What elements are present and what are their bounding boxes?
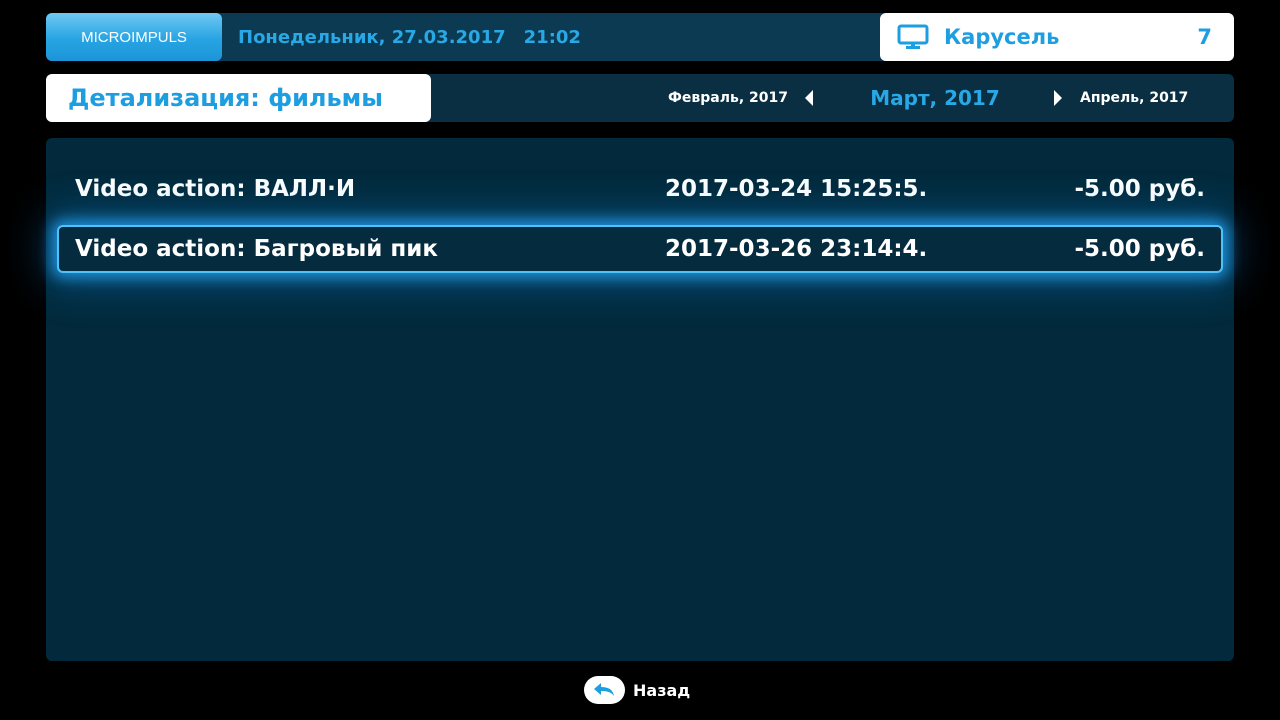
current-date: Понедельник, 27.03.2017 [238,26,506,48]
channel-number: 7 [1197,25,1212,49]
list-item[interactable]: Video action: ВАЛЛ·И 2017-03-24 15:25:5.… [57,165,1223,213]
previous-month-link[interactable]: Февраль, 2017 [640,74,788,122]
return-arrow-icon [593,683,614,696]
item-datetime: 2017-03-24 15:25:5. [665,176,928,202]
item-price: -5.00 руб. [1074,236,1205,262]
list-item-selected[interactable]: Video action: Багровый пик 2017-03-26 23… [57,225,1223,273]
item-datetime: 2017-03-26 23:14:4. [665,236,928,262]
item-price: -5.00 руб. [1074,176,1205,202]
transactions-panel [46,138,1234,661]
logo-text: MICROIMPULS [81,28,187,46]
next-month-link[interactable]: Апрель, 2017 [1080,74,1220,122]
back-pill[interactable] [584,676,625,704]
tv-icon [897,24,929,49]
arrow-left-icon[interactable] [803,89,815,107]
channel-name: Карусель [944,25,1060,49]
item-title: Video action: Багровый пик [75,236,438,262]
current-datetime: Понедельник, 27.03.2017 21:02 [238,13,581,61]
current-time: 21:02 [523,26,581,48]
page-title: Детализация: фильмы [68,84,383,112]
current-month: Март, 2017 [870,86,1000,110]
arrow-right-icon[interactable] [1052,89,1064,107]
back-button[interactable]: Назад [584,676,690,704]
back-label: Назад [633,680,691,700]
brand-logo: MICROIMPULS [46,13,222,61]
item-title: Video action: ВАЛЛ·И [75,176,356,202]
page-title-box: Детализация: фильмы [46,74,431,122]
